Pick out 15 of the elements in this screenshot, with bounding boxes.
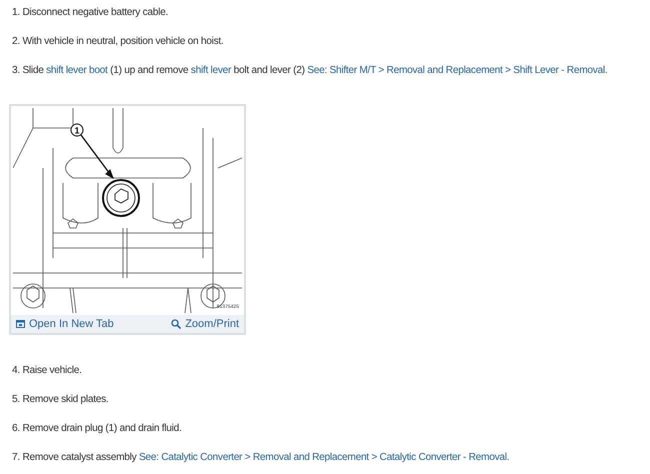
step-text: 3. Slide shift lever boot (1) up and remove shift lever bolt and lever (2) See: Shifter M/T > Removal and Replacement > Shift Lever - Removal. <box>12 64 608 78</box>
text-link[interactable]: See: Catalytic Converter > Removal and Replacement > Catalytic Converter - Removal. <box>138 452 510 463</box>
step-text: 5. Remove skid plates. <box>12 393 110 407</box>
search-icon <box>171 319 182 329</box>
zoom-print-link[interactable]: Zoom/Print <box>171 318 239 330</box>
step-text: 2. With vehicle in neutral, position vehicle on hoist. <box>12 35 224 49</box>
open-in-new-tab-link[interactable]: Open In New Tab <box>16 318 114 330</box>
step-text: 4. Raise vehicle. <box>12 364 83 378</box>
text-link[interactable]: shift lever boot <box>46 65 108 76</box>
step-text: 7. Remove catalyst assembly See: Catalytic Converter > Removal and Replacement > Catalytic Converter - Removal. <box>12 451 510 465</box>
step-text: 6. Remove drain plug (1) and drain fluid. <box>12 422 182 436</box>
text-link[interactable]: See: Shifter M/T > Removal and Replacement > Shift Lever - Removal. <box>307 65 608 76</box>
step-text: 1. Disconnect negative battery cable. <box>12 6 169 20</box>
text-link[interactable]: shift lever <box>190 65 232 76</box>
window-icon <box>16 320 25 328</box>
